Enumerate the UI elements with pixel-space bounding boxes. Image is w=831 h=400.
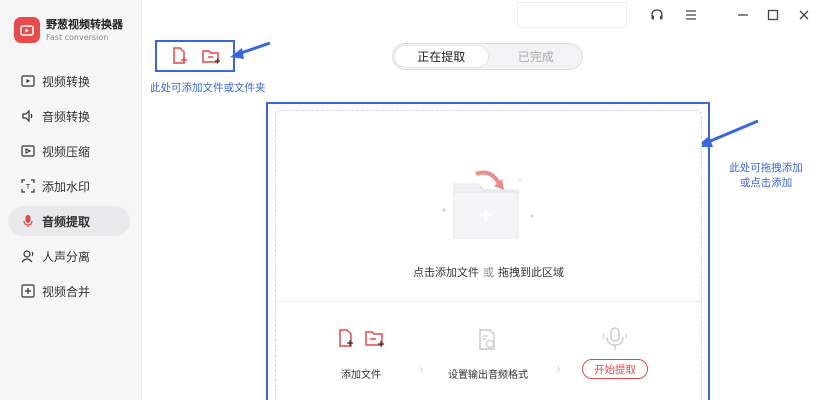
add-folder-icon[interactable] — [201, 46, 221, 66]
sidebar-item-watermark[interactable]: T 添加水印 — [8, 171, 130, 201]
extract-mic-icon — [603, 327, 627, 350]
close-icon[interactable] — [794, 6, 814, 24]
svg-text:T: T — [25, 183, 31, 191]
tab-extracting[interactable]: 正在提取 — [394, 45, 489, 68]
sidebar-nav: 视频转换 音频转换 视频压缩 T 添加水印 音频提取 人声分离 视频合并 — [8, 66, 130, 311]
drop-click-add[interactable]: 点击添加文件 — [413, 266, 479, 279]
drop-drag-here: 拖拽到此区域 — [498, 266, 564, 279]
step-set-format-label: 设置输出音频格式 — [448, 370, 528, 381]
sidebar-item-video-convert[interactable]: 视频转换 — [8, 66, 130, 96]
menu-icon[interactable] — [681, 6, 701, 24]
drop-instruction: 点击添加文件或拖拽到此区域 — [276, 264, 701, 280]
sidebar-item-label: 音频提取 — [42, 214, 91, 229]
add-buttons-highlight — [155, 40, 235, 72]
folder-add-icon[interactable] — [440, 166, 536, 242]
sidebar-item-label: 音频转换 — [42, 109, 91, 124]
video-convert-icon — [20, 73, 36, 89]
hint-add-here: 此处可添加文件或文件夹 — [150, 82, 266, 94]
sidebar-item-label: 人声分离 — [42, 249, 91, 264]
mic-icon — [20, 213, 36, 229]
titlebar-search-area[interactable] — [517, 2, 627, 28]
hint-drag-line1: 此处可拖拽添加 — [729, 162, 803, 174]
step-add-file-label: 添加文件 — [341, 370, 381, 381]
headset-icon[interactable] — [647, 6, 667, 24]
hint-drag-line2: 或点击添加 — [739, 177, 793, 189]
add-file-icon[interactable] — [169, 46, 189, 66]
chevron-right-icon: › — [419, 362, 424, 376]
app-logo-icon — [14, 17, 40, 43]
hint-drag-here: 此处可拖拽添加 或点击添加 — [716, 161, 816, 191]
drop-zone[interactable] — [275, 110, 702, 400]
status-tabs: 正在提取 已完成 — [392, 43, 583, 70]
annotation-arrow-left — [230, 41, 271, 59]
audio-convert-icon — [20, 108, 36, 124]
tab-completed[interactable]: 已完成 — [490, 44, 583, 69]
sidebar-item-voice-separate[interactable]: 人声分离 — [8, 241, 130, 271]
sidebar-item-label: 视频压缩 — [42, 144, 91, 159]
sidebar-item-label: 添加水印 — [42, 179, 91, 194]
video-compress-icon — [20, 143, 36, 159]
sidebar-item-video-merge[interactable]: 视频合并 — [8, 276, 130, 306]
divider — [276, 301, 701, 302]
audio-format-settings-icon — [479, 329, 495, 350]
start-extract-button[interactable]: 开始提取 — [582, 359, 648, 379]
sidebar-item-audio-extract[interactable]: 音频提取 — [8, 206, 130, 236]
sidebar: 野葱视频转换器 Fast conversion 视频转换 音频转换 视频压缩 T… — [0, 0, 142, 400]
video-merge-icon — [20, 283, 36, 299]
sidebar-item-label: 视频合并 — [42, 284, 91, 299]
voice-separate-icon — [20, 248, 36, 264]
drop-or: 或 — [483, 266, 494, 279]
sidebar-item-label: 视频转换 — [42, 74, 91, 89]
minimize-icon[interactable] — [733, 6, 753, 24]
brand: 野葱视频转换器 Fast conversion — [14, 17, 123, 43]
step-add-file-icon — [339, 329, 384, 347]
app-subtitle: Fast conversion — [46, 32, 109, 42]
chevron-right-icon: › — [556, 362, 561, 376]
sidebar-item-audio-convert[interactable]: 音频转换 — [8, 101, 130, 131]
app-title: 野葱视频转换器 — [46, 17, 123, 31]
watermark-icon: T — [20, 178, 36, 194]
maximize-icon[interactable] — [763, 6, 783, 24]
sidebar-item-video-compress[interactable]: 视频压缩 — [8, 136, 130, 166]
